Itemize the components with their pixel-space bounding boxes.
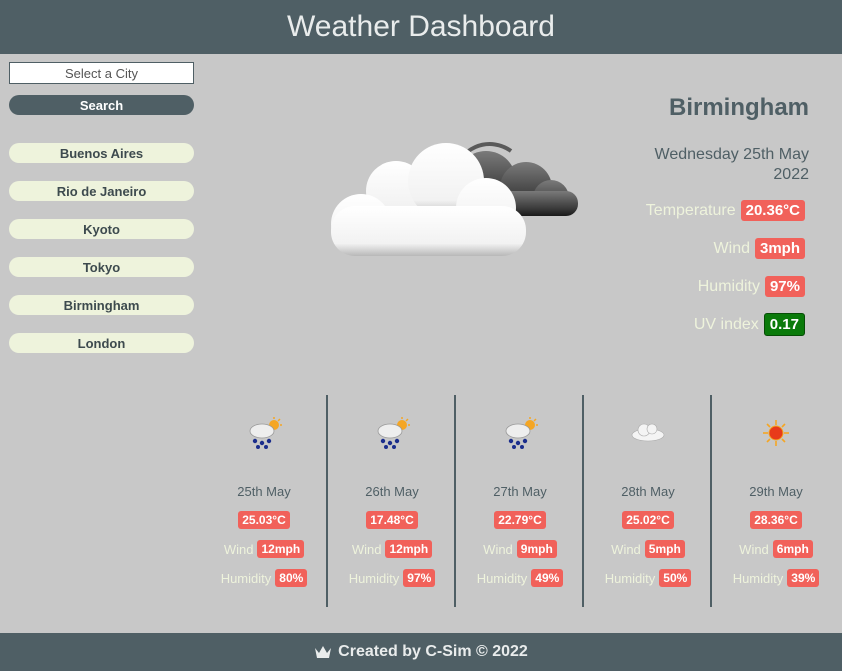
current-humidity: Humidity 97% bbox=[698, 276, 805, 297]
forecast-wind-value: 9mph bbox=[516, 540, 557, 558]
forecast-humidity-value: 97% bbox=[403, 569, 436, 587]
wind-label: Wind bbox=[713, 239, 750, 257]
forecast-wind: Wind 9mph bbox=[483, 540, 557, 558]
current-temperature: Temperature 20.36°C bbox=[646, 200, 805, 221]
temperature-label: Temperature bbox=[645, 201, 736, 219]
temperature-value: 20.36°C bbox=[740, 200, 805, 221]
current-city-name: Birmingham bbox=[668, 94, 809, 121]
forecast-wind: Wind 5mph bbox=[611, 540, 685, 558]
forecast-wind: Wind 12mph bbox=[223, 540, 305, 558]
forecast-wind: Wind 6mph bbox=[739, 540, 813, 558]
current-date-line1: Wednesday 25th May bbox=[654, 146, 809, 163]
uv-label: UV index bbox=[693, 315, 759, 333]
current-uv-index: UV index 0.17 bbox=[694, 313, 805, 336]
forecast-humidity: Humidity 39% bbox=[733, 569, 820, 587]
humidity-label: Humidity bbox=[697, 277, 760, 295]
forecast-wind-value: 5mph bbox=[644, 540, 685, 558]
wind-value: 3mph bbox=[754, 238, 805, 259]
forecast-humidity: Humidity 50% bbox=[605, 569, 692, 587]
forecast-humidity-value: 50% bbox=[659, 569, 692, 587]
forecast-humidity-value: 39% bbox=[787, 569, 820, 587]
current-wind: Wind 3mph bbox=[714, 238, 805, 259]
forecast-date: 27th May bbox=[493, 484, 547, 499]
forecast-wind-value: 6mph bbox=[772, 540, 813, 558]
page-header: Weather Dashboard bbox=[0, 0, 842, 54]
city-search-input[interactable] bbox=[9, 62, 194, 84]
city-button-birmingham[interactable]: Birmingham bbox=[9, 295, 194, 315]
forecast-humidity-value: 49% bbox=[531, 569, 564, 587]
city-button-kyoto[interactable]: Kyoto bbox=[9, 219, 194, 239]
rain-sun-icon bbox=[249, 417, 282, 449]
forecast-temp: 28.36°C bbox=[750, 511, 802, 529]
page-title: Weather Dashboard bbox=[287, 10, 555, 43]
forecast-temp: 22.79°C bbox=[494, 511, 546, 529]
forecast-day: 25th May 25.03°C Wind 12mph Humidity 80% bbox=[200, 395, 328, 607]
forecast-wind: Wind 12mph bbox=[351, 540, 433, 558]
forecast-day: 26th May 17.48°C Wind 12mph Humidity 97% bbox=[328, 395, 456, 607]
forecast-humidity: Humidity 97% bbox=[349, 569, 436, 587]
forecast-humidity-label: Humidity bbox=[732, 570, 784, 586]
rain-sun-icon bbox=[377, 417, 410, 449]
forecast-humidity: Humidity 80% bbox=[221, 569, 308, 587]
forecast-humidity-label: Humidity bbox=[476, 570, 528, 586]
forecast-wind-label: Wind bbox=[351, 541, 382, 557]
forecast-wind-label: Wind bbox=[223, 541, 254, 557]
cloud-with-dark-cloud-icon bbox=[331, 142, 578, 256]
city-button-london[interactable]: London bbox=[9, 333, 194, 353]
page-footer: Created by C-Sim © 2022 bbox=[0, 633, 842, 671]
city-button-rio-de-janeiro[interactable]: Rio de Janeiro bbox=[9, 181, 194, 201]
forecast-humidity-value: 80% bbox=[275, 569, 308, 587]
forecast-temp: 25.03°C bbox=[238, 511, 290, 529]
search-button[interactable]: Search bbox=[9, 95, 194, 115]
sidebar: Search Buenos Aires Rio de Janeiro Kyoto… bbox=[9, 62, 194, 371]
forecast-day: 27th May 22.79°C Wind 9mph Humidity 49% bbox=[456, 395, 584, 607]
forecast-day: 29th May 28.36°C Wind 6mph Humidity 39% bbox=[712, 395, 840, 607]
forecast-humidity-label: Humidity bbox=[220, 570, 272, 586]
rain-sun-icon bbox=[505, 417, 538, 449]
city-button-buenos-aires[interactable]: Buenos Aires bbox=[9, 143, 194, 163]
forecast-humidity-label: Humidity bbox=[348, 570, 400, 586]
forecast-date: 26th May bbox=[365, 484, 419, 499]
forecast-humidity-label: Humidity bbox=[604, 570, 656, 586]
uv-value: 0.17 bbox=[763, 313, 805, 336]
footer-text: Created by C-Sim © 2022 bbox=[338, 643, 528, 660]
current-date: Wednesday 25th May 2022 bbox=[609, 145, 809, 185]
five-day-forecast: 25th May 25.03°C Wind 12mph Humidity 80%… bbox=[200, 395, 842, 607]
forecast-wind-label: Wind bbox=[483, 541, 513, 557]
forecast-temp: 25.02°C bbox=[622, 511, 674, 529]
city-history-list: Buenos Aires Rio de Janeiro Kyoto Tokyo … bbox=[9, 143, 194, 353]
forecast-date: 28th May bbox=[621, 484, 675, 499]
current-date-line2: 2022 bbox=[773, 166, 809, 183]
crown-icon bbox=[315, 646, 332, 658]
forecast-date: 25th May bbox=[237, 484, 291, 499]
forecast-wind-label: Wind bbox=[611, 541, 641, 557]
forecast-temp: 17.48°C bbox=[366, 511, 418, 529]
forecast-day: 28th May 25.02°C Wind 5mph Humidity 50% bbox=[584, 395, 712, 607]
humidity-value: 97% bbox=[764, 276, 805, 297]
forecast-humidity: Humidity 49% bbox=[477, 569, 564, 587]
city-button-tokyo[interactable]: Tokyo bbox=[9, 257, 194, 277]
sun-icon bbox=[763, 420, 789, 446]
forecast-wind-label: Wind bbox=[739, 541, 769, 557]
forecast-wind-value: 12mph bbox=[257, 540, 305, 558]
forecast-wind-value: 12mph bbox=[385, 540, 433, 558]
cloud-icon bbox=[631, 423, 665, 442]
forecast-date: 29th May bbox=[749, 484, 803, 499]
